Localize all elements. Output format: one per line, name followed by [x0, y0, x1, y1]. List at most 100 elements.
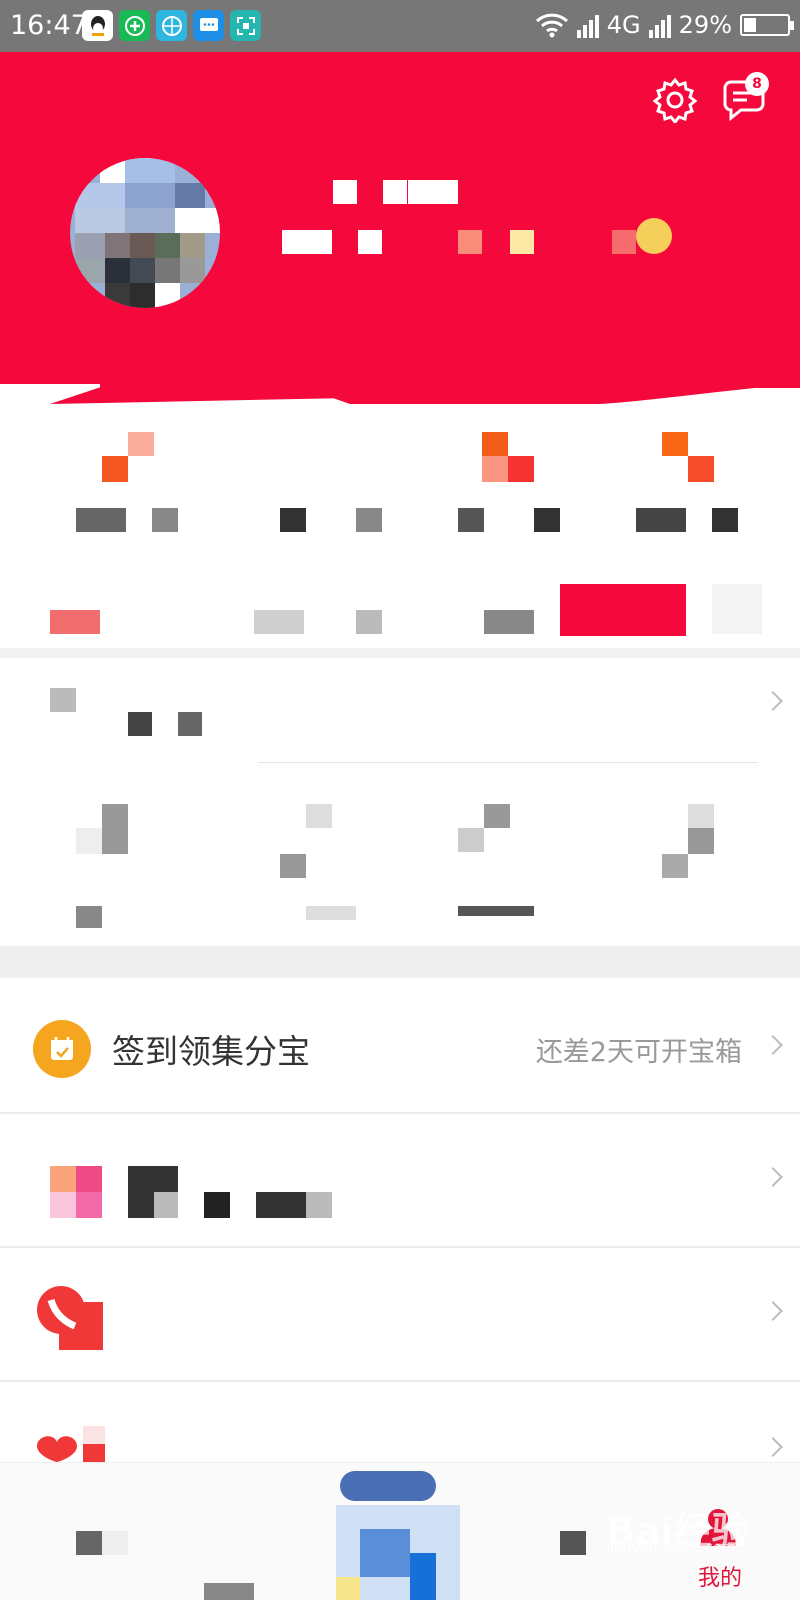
redacted-pixel — [75, 208, 125, 233]
redacted-pixel — [306, 1192, 332, 1218]
redacted-pixel — [534, 508, 560, 532]
network-type: 4G — [606, 11, 641, 39]
phone-icon — [37, 1286, 103, 1350]
emoji-icon — [636, 218, 672, 254]
redacted-pixel — [76, 1166, 102, 1192]
redacted-pixel — [712, 584, 762, 634]
redacted-pixel — [102, 804, 128, 854]
redacted-pixel — [484, 610, 534, 634]
avatar[interactable] — [70, 158, 220, 308]
tab-home-part — [102, 1531, 128, 1555]
redacted-pixel — [662, 432, 688, 456]
divider — [258, 762, 758, 763]
redacted-pixel — [636, 508, 686, 532]
redacted-pixel — [482, 456, 508, 482]
redacted-pixel — [130, 283, 155, 308]
redacted-block — [458, 230, 482, 254]
redacted-pixel — [482, 432, 508, 456]
header-curve — [0, 384, 800, 404]
redacted-row[interactable] — [0, 1382, 800, 1462]
chevron-right-icon — [763, 1437, 783, 1457]
redacted-pixel — [688, 828, 714, 854]
redacted-pixel — [280, 854, 306, 878]
redacted-pixel — [155, 283, 180, 308]
signal-icon-2 — [648, 12, 671, 38]
redacted-pixel — [76, 1192, 102, 1218]
tab-center-part — [336, 1577, 360, 1600]
battery-icon — [740, 14, 794, 36]
redacted-pixel — [175, 183, 205, 208]
tab-label-redacted — [204, 1583, 254, 1600]
status-time: 16:47 — [10, 10, 88, 41]
wifi-icon — [535, 13, 568, 38]
redacted-block — [282, 230, 332, 254]
redacted-pixel — [75, 233, 105, 258]
redacted-block — [333, 180, 357, 204]
redacted-pixel — [102, 456, 128, 482]
redacted-pixel — [76, 828, 102, 854]
redacted-block — [408, 180, 458, 204]
redacted-pixel — [155, 233, 180, 258]
chevron-right-icon — [763, 691, 783, 711]
redacted-pixel — [254, 610, 304, 634]
redacted-pixel — [125, 208, 175, 233]
tab-redacted[interactable] — [560, 1531, 586, 1555]
redacted-pixel — [508, 456, 534, 482]
redacted-pixel — [458, 828, 484, 852]
redacted-pixel — [204, 1192, 230, 1218]
basketball-app-icon — [156, 10, 187, 41]
tab-center-part — [410, 1553, 436, 1600]
redacted-pixel — [306, 906, 356, 920]
asset-grid — [0, 420, 800, 660]
tab-mine[interactable]: 我的 — [698, 1560, 742, 1592]
redacted-block — [383, 180, 407, 204]
tab-home[interactable] — [76, 1531, 102, 1555]
tab-center-part — [360, 1529, 410, 1577]
redacted-pixel — [356, 508, 382, 532]
redacted-pixel — [130, 233, 155, 258]
redacted-pixel — [154, 1192, 178, 1218]
redacted-pixel — [105, 233, 130, 258]
redacted-row[interactable] — [0, 658, 800, 750]
redacted-pixel — [130, 258, 155, 283]
redacted-pixel — [50, 610, 100, 634]
notification-icons — [82, 10, 261, 41]
redacted-pixel — [50, 1192, 76, 1218]
redacted-block — [358, 230, 382, 254]
redacted-row[interactable] — [0, 1114, 800, 1244]
redacted-pixel — [50, 1166, 76, 1192]
redacted-pixel — [280, 508, 306, 532]
message-badge: 8 — [745, 72, 769, 96]
redacted-pixel — [688, 456, 714, 482]
redacted-tiles — [0, 778, 800, 928]
heart-icon — [37, 1426, 105, 1462]
signin-hint: 还差2天可开宝箱 — [535, 1037, 742, 1068]
redacted-pixel — [256, 1192, 306, 1218]
chevron-right-icon — [763, 1301, 783, 1321]
chevron-right-icon — [763, 1167, 783, 1187]
green-plus-app-icon — [119, 10, 150, 41]
divider — [0, 648, 800, 658]
redacted-block — [612, 230, 636, 254]
redacted-pixel — [125, 158, 175, 183]
qq-icon — [82, 10, 113, 41]
gear-icon[interactable] — [652, 77, 698, 123]
redacted-pixel — [180, 258, 205, 283]
redacted-pixel — [712, 508, 738, 532]
redacted-pixel — [75, 258, 105, 283]
redacted-pixel — [458, 508, 484, 532]
calendar-check-icon — [33, 1020, 91, 1078]
status-right: 4G 29% — [535, 11, 794, 39]
battery-percent: 29% — [678, 11, 732, 39]
redacted-pixel — [458, 906, 534, 916]
redacted-pixel — [50, 688, 76, 712]
redacted-pixel — [155, 258, 180, 283]
redacted-pixel — [662, 854, 688, 878]
redacted-pixel — [76, 508, 126, 532]
redacted-row[interactable] — [0, 1248, 800, 1378]
redacted-pixel — [125, 183, 175, 208]
signin-label: 签到领集分宝 — [112, 1032, 310, 1071]
redacted-pixel — [356, 610, 382, 634]
redacted-pixel — [688, 804, 714, 828]
scan-app-icon — [230, 10, 261, 41]
